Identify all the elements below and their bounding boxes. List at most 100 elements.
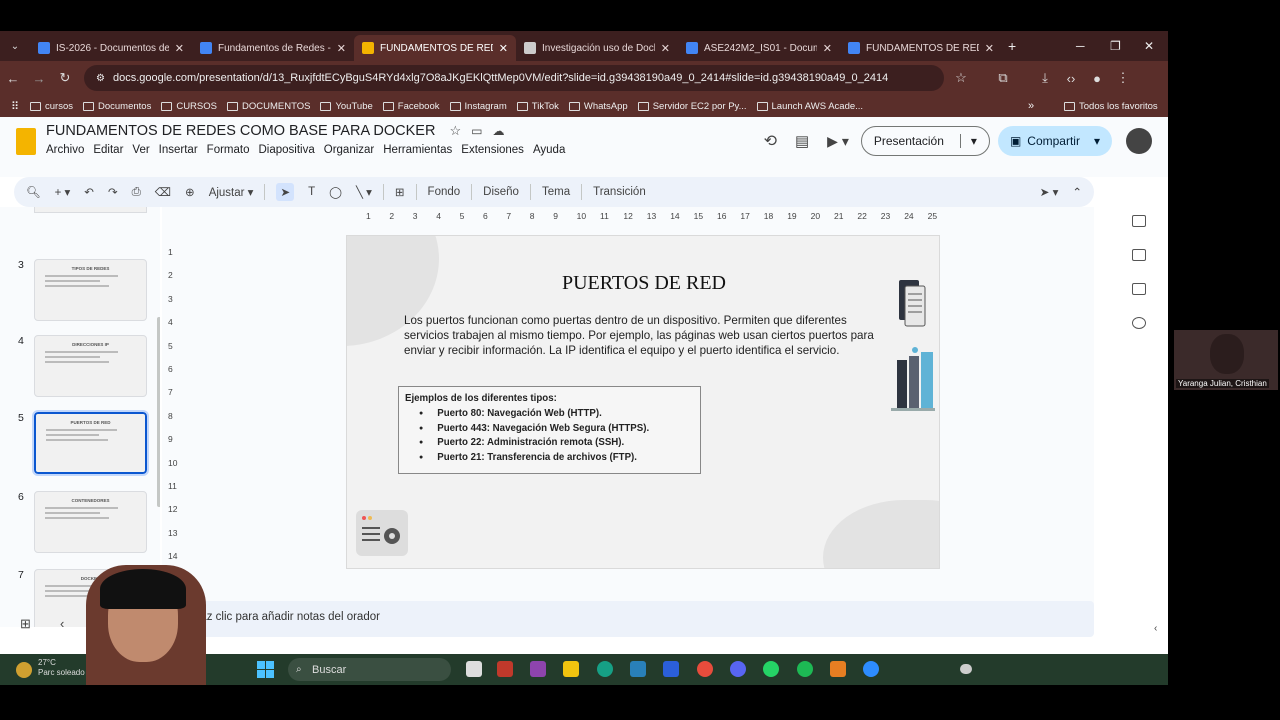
- taskbar-search[interactable]: ⌕ Buscar: [288, 658, 451, 681]
- outlook-icon[interactable]: [630, 661, 646, 677]
- close-tab-icon[interactable]: ✕: [823, 42, 832, 55]
- zoom-icon[interactable]: [863, 661, 879, 677]
- menu-item[interactable]: Insertar: [159, 144, 198, 156]
- bookmark-item[interactable]: TikTok: [516, 101, 559, 112]
- menu-item[interactable]: Organizar: [324, 144, 375, 156]
- close-tab-icon[interactable]: ✕: [661, 42, 670, 55]
- bookmark-item[interactable]: Instagram: [449, 101, 507, 112]
- bookmark-star-icon[interactable]: ☆: [948, 70, 974, 86]
- weather-widget[interactable]: 27°C Parc soleado: [38, 658, 85, 678]
- url-input[interactable]: ⚙ docs.google.com/presentation/d/13_Ruxj…: [84, 65, 944, 91]
- apps-icon[interactable]: ⠿: [0, 100, 30, 113]
- extensions-icon[interactable]: ⧉: [990, 70, 1016, 86]
- cloud-status-icon[interactable]: ☁: [493, 124, 505, 138]
- forward-icon[interactable]: →: [26, 71, 52, 86]
- chrome-icon[interactable]: [697, 661, 713, 677]
- more-bookmarks-icon[interactable]: »: [1028, 100, 1034, 112]
- weather-icon[interactable]: [16, 662, 32, 678]
- close-tab-icon[interactable]: ✕: [985, 42, 994, 55]
- slide-thumbnail[interactable]: PUERTOS DE RED: [32, 410, 149, 476]
- all-favorites-folder[interactable]: Todos los favoritos: [1064, 101, 1158, 112]
- grid-view-icon[interactable]: ⊞: [20, 616, 31, 632]
- slide-thumbnail-partial[interactable]: [34, 207, 147, 213]
- add-on-icon[interactable]: [1132, 317, 1146, 329]
- browser-tab[interactable]: IS-2026 - Documentos de ✕: [30, 35, 192, 61]
- site-info-icon[interactable]: ⚙: [96, 73, 105, 84]
- share-button[interactable]: ▣ Compartir ▾: [997, 126, 1112, 156]
- menu-item[interactable]: Extensiones: [461, 144, 524, 156]
- redo-icon[interactable]: ↷: [108, 185, 118, 199]
- pointer-mode-icon[interactable]: ➤ ▾: [1040, 185, 1059, 199]
- tab-search-icon[interactable]: ⌄: [0, 41, 30, 52]
- copilot-icon[interactable]: [530, 661, 546, 677]
- back-icon[interactable]: ←: [0, 71, 26, 86]
- slide-thumbnail[interactable]: CONTENEDORES: [34, 491, 147, 553]
- edge-icon[interactable]: [597, 661, 613, 677]
- mcafee-icon[interactable]: [497, 661, 513, 677]
- select-tool-icon[interactable]: ➤: [276, 183, 295, 201]
- minimize-icon[interactable]: ─: [1076, 39, 1085, 53]
- move-folder-icon[interactable]: ▭: [471, 124, 482, 138]
- close-tab-icon[interactable]: ✕: [499, 42, 508, 55]
- browser-tab[interactable]: Fundamentos de Redes - D ✕: [192, 35, 354, 61]
- menu-item[interactable]: Diapositiva: [259, 144, 315, 156]
- bookmark-item[interactable]: CURSOS: [161, 101, 217, 112]
- bookmark-item[interactable]: DOCUMENTOS: [226, 101, 310, 112]
- tray-cloud-icon[interactable]: [960, 664, 972, 674]
- menu-item[interactable]: Formato: [207, 144, 250, 156]
- browser-tab[interactable]: ASE242M2_IS01 - Docume ✕: [678, 35, 840, 61]
- comments-icon[interactable]: ▤: [795, 132, 809, 150]
- menu-item[interactable]: Herramientas: [383, 144, 452, 156]
- theme-button[interactable]: Tema: [542, 186, 570, 198]
- transition-button[interactable]: Transición: [593, 186, 646, 198]
- folder-icon[interactable]: [1132, 249, 1146, 261]
- history-icon[interactable]: ⟲: [764, 131, 777, 151]
- slide-5[interactable]: PUERTOS DE RED Los puertos funcionan com…: [346, 235, 940, 569]
- bookmark-item[interactable]: cursos: [30, 101, 73, 112]
- expand-panel-icon[interactable]: ‹: [1154, 623, 1157, 634]
- document-title[interactable]: FUNDAMENTOS DE REDES COMO BASE PARA DOCK…: [46, 123, 505, 139]
- zoom-select[interactable]: Ajustar ▾: [209, 185, 254, 199]
- start-icon[interactable]: [257, 661, 274, 678]
- slide-thumbnail[interactable]: TIPOS DE REDES: [34, 259, 147, 321]
- bookmark-item[interactable]: Launch AWS Acade...: [756, 101, 863, 112]
- bookmark-item[interactable]: Servidor EC2 por Py...: [637, 101, 747, 112]
- account-avatar[interactable]: [1126, 128, 1152, 154]
- speaker-notes-field[interactable]: Haz clic para añadir notas del orador: [180, 601, 1094, 637]
- share-dropdown-icon[interactable]: ▾: [1094, 134, 1100, 148]
- menu-item[interactable]: Editar: [93, 144, 123, 156]
- comment-add-icon[interactable]: ⊞: [395, 185, 405, 199]
- collapse-filmstrip-icon[interactable]: ‹: [60, 616, 64, 631]
- filmstrip-scrollbar[interactable]: [157, 317, 160, 507]
- bookmark-item[interactable]: Documentos: [82, 101, 151, 112]
- new-tab-icon[interactable]: +: [1008, 38, 1016, 54]
- keep-icon[interactable]: [1132, 215, 1146, 227]
- close-tab-icon[interactable]: ✕: [337, 42, 346, 55]
- menu-item[interactable]: Ver: [132, 144, 149, 156]
- line-icon[interactable]: ╲ ▾: [356, 185, 372, 199]
- undo-icon[interactable]: ↶: [84, 185, 94, 199]
- present-button[interactable]: Presentación ▾: [860, 126, 990, 156]
- ports-examples-box[interactable]: Ejemplos de los diferentes tipos: Puerto…: [398, 386, 701, 474]
- new-slide-icon[interactable]: + ▾: [55, 185, 71, 199]
- tasks-icon[interactable]: [1132, 283, 1146, 295]
- profile-icon[interactable]: ●: [1084, 71, 1110, 86]
- textbox-icon[interactable]: T: [308, 186, 315, 198]
- close-tab-icon[interactable]: ✕: [175, 42, 184, 55]
- search-menus-icon[interactable]: 🔍︎: [26, 185, 41, 199]
- discord-icon[interactable]: [730, 661, 746, 677]
- print-icon[interactable]: ⎙: [132, 186, 141, 199]
- bookmark-item[interactable]: YouTube: [320, 101, 373, 112]
- slide-title[interactable]: PUERTOS DE RED: [347, 272, 939, 295]
- whatsapp-icon[interactable]: [763, 661, 779, 677]
- menu-item[interactable]: Ayuda: [533, 144, 565, 156]
- menu-icon[interactable]: ⋮: [1110, 70, 1136, 86]
- present-dropdown-icon[interactable]: ▾: [959, 134, 977, 148]
- slide-body-text[interactable]: Los puertos funcionan como puertas dentr…: [404, 313, 884, 358]
- collapse-toolbar-icon[interactable]: ⌃: [1072, 185, 1082, 199]
- close-window-icon[interactable]: ✕: [1144, 39, 1154, 53]
- maximize-icon[interactable]: ❐: [1110, 39, 1121, 53]
- file-icon[interactable]: [466, 661, 482, 677]
- image-icon[interactable]: ◯: [329, 185, 342, 199]
- layout-button[interactable]: Diseño: [483, 186, 519, 198]
